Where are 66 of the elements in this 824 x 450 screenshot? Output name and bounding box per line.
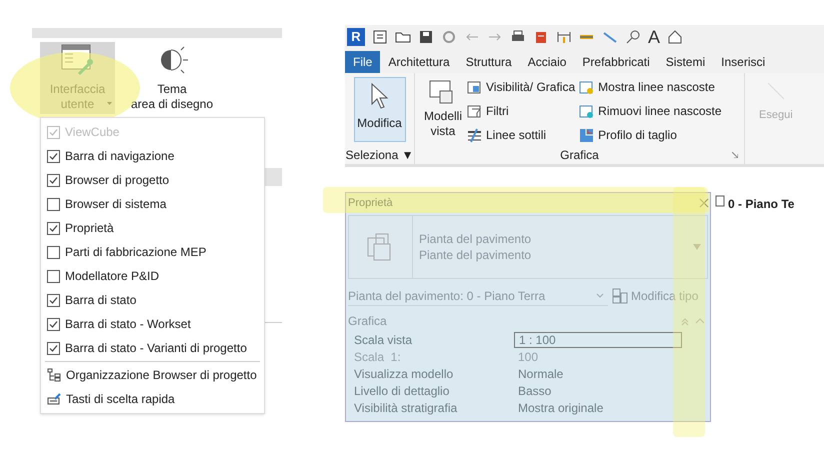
ribbon-tab[interactable]: Architettura: [380, 51, 458, 73]
menu-item[interactable]: Browser di progetto: [41, 168, 264, 192]
group-label: Grafica: [560, 147, 599, 164]
ribbon-tab[interactable]: Inserisci: [713, 51, 774, 73]
dimension-icon: [556, 29, 572, 45]
ribbon-command[interactable]: Visibilità/ Grafica: [467, 77, 576, 97]
ribbon-tab[interactable]: File: [345, 51, 380, 73]
faded-tool-icon: [766, 81, 786, 101]
show-hidden-icon: [579, 80, 594, 94]
menu-item[interactable]: Organizzazione Browser di progetto: [41, 363, 264, 387]
document-icon: [372, 29, 388, 45]
view-templates-button[interactable]: Modelli vista: [423, 77, 463, 146]
property-value: 100: [517, 348, 538, 366]
menu-item[interactable]: Barra di stato: [41, 288, 264, 312]
menu-item[interactable]: Barra di stato - Workset: [41, 312, 264, 336]
window-wrench-icon: [60, 44, 94, 76]
ribbon-command[interactable]: Filtri: [467, 101, 576, 121]
menu-item[interactable]: Tasti di scelta rapida: [41, 387, 264, 411]
sheet-icon: [533, 29, 549, 45]
ribbon-tab[interactable]: Sistemi: [658, 51, 714, 73]
type-name: Pianta del pavimento: [419, 231, 532, 247]
menu-item[interactable]: Parti di fabbricazione MEP: [41, 240, 264, 264]
cursor-icon: [368, 82, 390, 110]
filter-icon: [467, 104, 482, 118]
keyboard-pen-icon: [47, 392, 61, 406]
property-name: Visualizza modello: [353, 366, 454, 382]
group-label[interactable]: Seleziona ▼: [346, 146, 414, 164]
theme-button[interactable]: Tema area di disegno: [129, 42, 215, 114]
home-icon: [667, 29, 684, 45]
property-name: Visibilità stratigrafia: [353, 400, 458, 416]
type-name: Piante del pavimento: [419, 247, 532, 263]
tree-icon: [47, 368, 61, 382]
property-name: Scala vista: [353, 332, 414, 348]
remove-hidden-icon: [579, 104, 594, 118]
close-icon: [699, 198, 709, 208]
launcher-icon: [732, 152, 738, 158]
ribbon-command[interactable]: Rimuovi linee nascoste: [579, 101, 722, 121]
property-name: Scala 1:: [353, 348, 402, 366]
modify-button[interactable]: Modifica: [354, 77, 406, 142]
menu-item[interactable]: Browser di sistema: [41, 192, 264, 216]
caret-icon: [596, 292, 604, 298]
ribbon-command[interactable]: Profilo di taglio: [579, 125, 722, 145]
ribbon-tab[interactable]: Prefabbricati: [574, 51, 658, 73]
text-tool-icon[interactable]: A: [648, 28, 660, 46]
ribbon-command[interactable]: Mostra linee nascoste: [579, 77, 722, 97]
visibility-icon: [467, 80, 482, 94]
property-value: Normale: [517, 366, 564, 382]
menu-item[interactable]: Barra di navigazione: [41, 144, 264, 168]
app-logo[interactable]: R: [347, 28, 365, 46]
property-value: Mostra originale: [517, 400, 604, 416]
menu-item[interactable]: Modellatore P&ID: [41, 264, 264, 288]
ribbon-tab[interactable]: Struttura: [458, 51, 520, 73]
cut-profile-icon: [579, 128, 594, 142]
menu-item[interactable]: Barra di stato - Varianti di progetto: [41, 336, 264, 360]
panel-title: Proprietà: [347, 196, 393, 211]
property-name: Livello di dettaglio: [353, 382, 450, 400]
caret-icon: [693, 244, 701, 250]
ribbon-tab[interactable]: Acciaio: [520, 51, 574, 73]
property-value: Basso: [517, 382, 552, 400]
collapse-icon: [680, 316, 704, 326]
view-tab-icon: [715, 195, 725, 207]
thin-lines-icon: [467, 128, 482, 142]
edit-type-icon: [612, 288, 628, 304]
ribbon-command[interactable]: Linee sottili: [467, 125, 576, 145]
menu-item[interactable]: Proprietà: [41, 216, 264, 240]
view-tab[interactable]: 0 - Piano Te: [728, 195, 794, 213]
